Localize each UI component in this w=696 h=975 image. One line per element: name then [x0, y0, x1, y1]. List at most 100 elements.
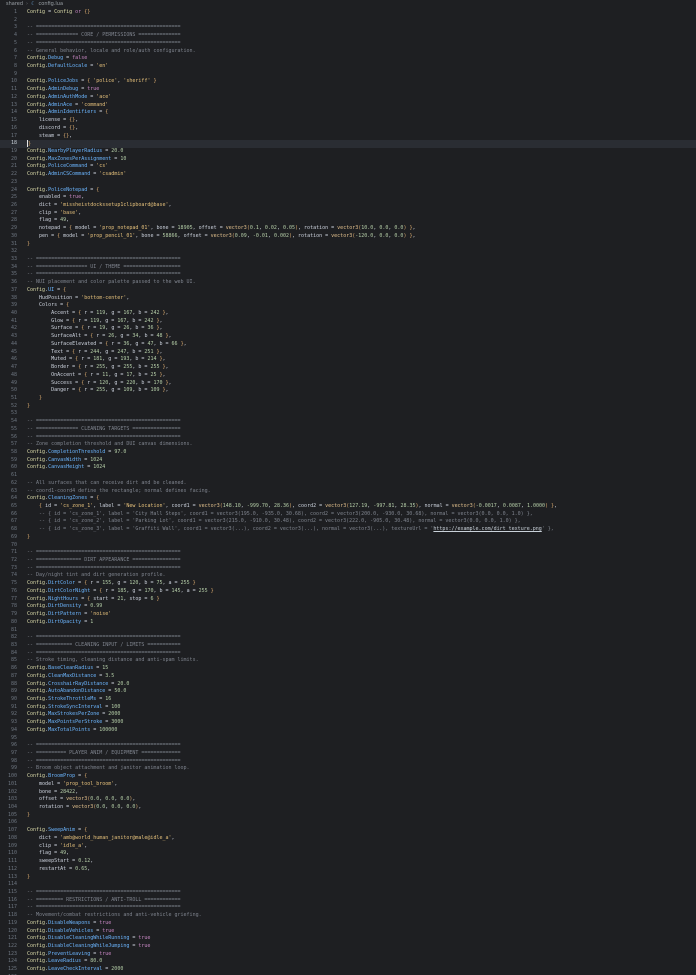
code-text[interactable]: Config.MaxZonesPerAssignment = 10 — [27, 156, 696, 164]
code-text[interactable]: Config.AdminAuthMode = 'ace' — [27, 94, 696, 102]
code-text[interactable]: -- =====================================… — [27, 565, 696, 573]
code-text[interactable]: -- NUI placement and color palette passe… — [27, 279, 696, 287]
code-line[interactable]: 116 -- ========= RESTRICTIONS / ANTI-TROL… — [0, 897, 696, 905]
code-text[interactable]: } — [27, 812, 696, 820]
code-line[interactable]: 43 SurfaceAlt = { r = 26, g = 34, b = 48… — [0, 333, 696, 341]
code-text[interactable]: enabled = true, — [27, 194, 696, 202]
code-text[interactable]: -- ========= RESTRICTIONS / ANTI-TROLL =… — [27, 897, 696, 905]
code-line[interactable]: 68 -- { id = 'cs_zone_3', label = 'Graff… — [0, 526, 696, 534]
code-line[interactable]: 124 Config.LeaveRadius = 80.0 — [0, 958, 696, 966]
breadcrumb-file[interactable]: config.lua — [39, 0, 64, 9]
code-line[interactable]: 38 HudPosition = 'bottom-center', — [0, 295, 696, 303]
code-line[interactable]: 49 Success = { r = 120, g = 220, b = 170… — [0, 380, 696, 388]
code-text[interactable]: Config.CleaningZones = { — [27, 495, 696, 503]
code-text[interactable] — [27, 542, 696, 550]
code-text[interactable] — [27, 819, 696, 827]
code-line[interactable]: 119 Config.DisableWeapons = true — [0, 920, 696, 928]
code-text[interactable]: Config.BaseCleanRadius = 15 — [27, 665, 696, 673]
code-text[interactable]: OnAccent = { r = 11, g = 17, b = 25 }, — [27, 372, 696, 380]
code-text[interactable]: Config.AdminAce = 'command' — [27, 102, 696, 110]
code-line[interactable]: 85 -- Stroke timing, cleaning distance an… — [0, 657, 696, 665]
code-text[interactable]: -- { id = 'cs_zone_3', label = 'Graffiti… — [27, 526, 696, 534]
code-text[interactable]: -- =====================================… — [27, 256, 696, 264]
code-line[interactable]: 69} — [0, 534, 696, 542]
code-text[interactable]: } — [27, 241, 696, 249]
code-line[interactable]: 20 Config.MaxZonesPerAssignment = 10 — [0, 156, 696, 164]
code-text[interactable]: Text = { r = 244, g = 247, b = 251 }, — [27, 349, 696, 357]
code-line[interactable]: 22 Config.AdminCSCommand = 'csadmin' — [0, 171, 696, 179]
code-line[interactable]: 50 Danger = { r = 255, g = 109, b = 109 … — [0, 387, 696, 395]
code-text[interactable]: Config.PreventLeaving = true — [27, 951, 696, 959]
code-line[interactable]: 77 Config.NightHours = { start = 21, stop… — [0, 596, 696, 604]
code-text[interactable]: license = {}, — [27, 117, 696, 125]
code-line[interactable]: 59 Config.CanvasWidth = 1024 — [0, 457, 696, 465]
code-line[interactable]: 93 Config.MaxPointsPerStroke = 3000 — [0, 719, 696, 727]
code-text[interactable]: { id = 'cs_zone_1', label = 'New Locatio… — [27, 503, 696, 511]
code-text[interactable]: -- General behavior, locale and role/aut… — [27, 48, 696, 56]
code-line[interactable]: 29 notepad = { model = 'prop_notepad_01'… — [0, 225, 696, 233]
code-line[interactable]: 67 -- { id = 'cs_zone_2', label = 'Parki… — [0, 518, 696, 526]
code-text[interactable]: Config.Debug = false — [27, 55, 696, 63]
code-text[interactable]: -- ================= UI / THEME ========… — [27, 264, 696, 272]
code-line[interactable]: 103 offset = vector3(0.0, 0.0, 0.0), — [0, 796, 696, 804]
code-line[interactable]: 70 — [0, 542, 696, 550]
code-line[interactable]: 27 clip = 'base', — [0, 210, 696, 218]
code-line[interactable]: 110 flag = 49, — [0, 850, 696, 858]
code-line[interactable]: 9 — [0, 71, 696, 79]
code-text[interactable]: SurfaceElevated = { r = 36, g = 47, b = … — [27, 341, 696, 349]
code-text[interactable]: bone = 28422, — [27, 789, 696, 797]
code-line[interactable]: 36 -- NUI placement and color palette pas… — [0, 279, 696, 287]
code-line[interactable]: 55 -- ============== CLEANING TARGETS ===… — [0, 426, 696, 434]
code-line[interactable]: 123 Config.PreventLeaving = true — [0, 951, 696, 959]
code-text[interactable]: Border = { r = 255, g = 255, b = 255 }, — [27, 364, 696, 372]
code-text[interactable]: offset = vector3(0.0, 0.0, 0.0), — [27, 796, 696, 804]
code-line[interactable]: 106 — [0, 819, 696, 827]
code-text[interactable]: Config.DirtDensity = 0.99 — [27, 603, 696, 611]
code-text[interactable] — [27, 627, 696, 635]
code-text[interactable]: -- ============== CORE / PERMISSIONS ===… — [27, 32, 696, 40]
code-line[interactable]: 98 -- ===================================… — [0, 758, 696, 766]
code-text[interactable]: -- =====================================… — [27, 40, 696, 48]
code-line[interactable]: 28 flag = 49, — [0, 217, 696, 225]
code-text[interactable] — [27, 410, 696, 418]
code-text[interactable]: Config.MaxTotalPoints = 100000 — [27, 727, 696, 735]
code-text[interactable]: Config.DirtPattern = 'noise' — [27, 611, 696, 619]
code-line[interactable]: 4 -- ============== CORE / PERMISSIONS ==… — [0, 32, 696, 40]
code-line[interactable]: 115 -- ==================================… — [0, 889, 696, 897]
code-line[interactable]: 21 Config.PoliceCommand = 'cs' — [0, 163, 696, 171]
code-line[interactable]: 40 Accent = { r = 119, g = 167, b = 242 … — [0, 310, 696, 318]
code-text[interactable]: Config.MaxStrokesPerZone = 2000 — [27, 711, 696, 719]
code-text[interactable]: flag = 49, — [27, 217, 696, 225]
code-text[interactable] — [27, 472, 696, 480]
code-line[interactable]: 73 -- ===================================… — [0, 565, 696, 573]
code-text[interactable]: } — [27, 140, 696, 148]
code-line[interactable]: 108 dict = 'amb@world_human_janitor@male… — [0, 835, 696, 843]
code-line[interactable]: 53 — [0, 410, 696, 418]
code-text[interactable]: -- =====================================… — [27, 418, 696, 426]
code-text[interactable]: Success = { r = 120, g = 220, b = 170 }, — [27, 380, 696, 388]
code-line[interactable]: 87 Config.CleanMaxDistance = 3.5 — [0, 673, 696, 681]
code-line[interactable]: 111 sweepStart = 0.12, — [0, 858, 696, 866]
code-text[interactable]: Config.AdminDebug = true — [27, 86, 696, 94]
code-text[interactable]: Config.StrokeSyncInterval = 100 — [27, 704, 696, 712]
code-line[interactable]: 120 Config.DisableVehicles = true — [0, 928, 696, 936]
code-line[interactable]: 8 Config.DefaultLocale = 'en' — [0, 63, 696, 71]
code-line[interactable]: 64 Config.CleaningZones = { — [0, 495, 696, 503]
code-line[interactable]: 6 -- General behavior, locale and role/au… — [0, 48, 696, 56]
code-line[interactable]: 81 — [0, 627, 696, 635]
code-text[interactable]: Surface = { r = 19, g = 26, b = 36 }, — [27, 325, 696, 333]
code-text[interactable]: dict = 'missheistdockssetup1clipboard@ba… — [27, 202, 696, 210]
code-editor[interactable]: 1 Config = Config or {} 2 3 -- =============… — [0, 9, 696, 975]
code-line[interactable]: 12 Config.AdminAuthMode = 'ace' — [0, 94, 696, 102]
code-line[interactable]: 86 Config.BaseCleanRadius = 15 — [0, 665, 696, 673]
code-line[interactable]: 91 Config.StrokeSyncInterval = 100 — [0, 704, 696, 712]
code-text[interactable]: Muted = { r = 181, g = 193, b = 214 }, — [27, 356, 696, 364]
code-text[interactable]: } — [27, 395, 696, 403]
code-text[interactable]: sweepStart = 0.12, — [27, 858, 696, 866]
code-text[interactable]: Config.CanvasWidth = 1024 — [27, 457, 696, 465]
code-text[interactable]: -- =====================================… — [27, 650, 696, 658]
code-text[interactable]: Config.DisableCleaningWhileJumping = tru… — [27, 943, 696, 951]
code-text[interactable]: Config.MaxPointsPerStroke = 3000 — [27, 719, 696, 727]
code-line[interactable]: 66 -- { id = 'cs_zone_1', label = 'City … — [0, 511, 696, 519]
code-text[interactable]: Config.CrosshairRayDistance = 20.0 — [27, 681, 696, 689]
